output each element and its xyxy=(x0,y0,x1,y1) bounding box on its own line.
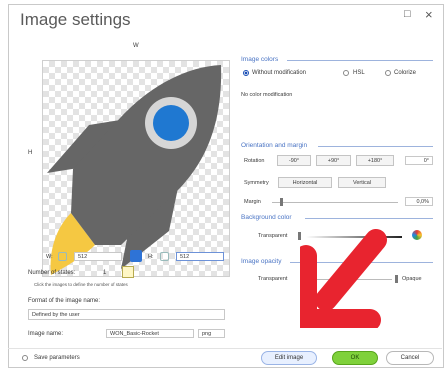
edit-image-button[interactable]: Edit image xyxy=(261,351,317,365)
rotate-minus90-label: -90° xyxy=(288,158,300,164)
margin-slider-thumb[interactable] xyxy=(280,198,283,206)
state-image-icon[interactable] xyxy=(122,266,134,278)
window-title: Image settings xyxy=(20,10,131,29)
background-color-header: Background color xyxy=(241,214,292,221)
symmetry-vertical-button[interactable]: Vertical xyxy=(338,177,386,188)
radio-hsl-label: HSL xyxy=(353,70,365,76)
height-lock-icon xyxy=(160,252,169,261)
save-params-label: Save parameters xyxy=(34,355,80,361)
rotate-plus90-label: +90° xyxy=(327,158,340,164)
maximize-button[interactable]: □ xyxy=(404,8,411,20)
cancel-button[interactable]: Cancel xyxy=(386,351,434,365)
link-ratio-icon[interactable] xyxy=(130,250,142,262)
symmetry-horizontal-label: Horizontal xyxy=(292,180,318,186)
image-preview xyxy=(42,60,230,277)
rotate-minus90-button[interactable]: -90° xyxy=(277,155,311,166)
ok-button[interactable]: OK xyxy=(332,351,378,365)
footer-divider xyxy=(8,348,442,349)
width-axis-label: W xyxy=(133,43,139,49)
name-format-select[interactable]: Defined by the user xyxy=(28,309,225,320)
opacity-transparent-label: Transparent xyxy=(258,276,288,282)
image-colors-divider xyxy=(287,60,433,61)
radio-colorize[interactable] xyxy=(385,70,391,76)
symmetry-label: Symmetry xyxy=(244,180,269,186)
symmetry-horizontal-button[interactable]: Horizontal xyxy=(278,177,332,188)
states-hint: Click the images to define the number of… xyxy=(34,282,128,287)
radio-without-modification[interactable] xyxy=(243,70,249,76)
image-name-label: Image name: xyxy=(28,331,64,337)
radio-colorize-label: Colorize xyxy=(394,70,417,76)
image-opacity-header: Image opacity xyxy=(241,258,282,265)
image-extension-select[interactable]: png xyxy=(198,329,225,338)
margin-input[interactable]: 0,0% xyxy=(405,197,433,206)
rotation-input[interactable]: 0° xyxy=(405,156,433,165)
orientation-header: Orientation and margin xyxy=(241,142,308,149)
states-label: Number of states: xyxy=(28,270,76,276)
width-lock-icon xyxy=(58,252,67,261)
margin-label: Margin xyxy=(244,199,261,205)
opacity-slider-thumb[interactable] xyxy=(395,275,398,283)
height-field-label: H: xyxy=(148,254,154,260)
image-name-input[interactable]: WON_Basic-Rocket xyxy=(106,329,194,338)
margin-slider-track[interactable] xyxy=(272,202,398,203)
radio-without-modification-label: Without modification xyxy=(252,70,307,76)
rocket-image xyxy=(47,65,222,275)
width-input[interactable]: 512 xyxy=(74,252,122,261)
height-axis-label: H xyxy=(28,150,33,156)
rotation-label: Rotation xyxy=(244,158,265,164)
radio-hsl[interactable] xyxy=(343,70,349,76)
arrow-down-left-icon xyxy=(300,229,387,328)
symmetry-vertical-label: Vertical xyxy=(352,180,372,186)
rotate-180-label: +180° xyxy=(367,158,383,164)
background-color-divider xyxy=(305,218,433,219)
width-field-label: W: xyxy=(46,254,53,260)
rocket-window xyxy=(153,105,189,141)
image-colors-header: Image colors xyxy=(241,56,279,63)
height-input[interactable]: 512 xyxy=(176,252,224,261)
color-picker-icon[interactable] xyxy=(412,230,422,240)
rotate-180-button[interactable]: +180° xyxy=(356,155,394,166)
rotate-plus90-button[interactable]: +90° xyxy=(316,155,351,166)
opacity-opaque-label: Opaque xyxy=(402,276,422,282)
rocket-body xyxy=(71,65,222,245)
color-status: No color modification xyxy=(241,92,293,98)
close-button[interactable]: × xyxy=(425,7,433,22)
name-format-label: Format of the image name: xyxy=(28,298,101,304)
background-transparent-label: Transparent xyxy=(258,233,288,239)
states-value: 1 xyxy=(103,270,107,276)
save-params-checkbox[interactable] xyxy=(22,355,28,361)
orientation-divider xyxy=(318,146,433,147)
